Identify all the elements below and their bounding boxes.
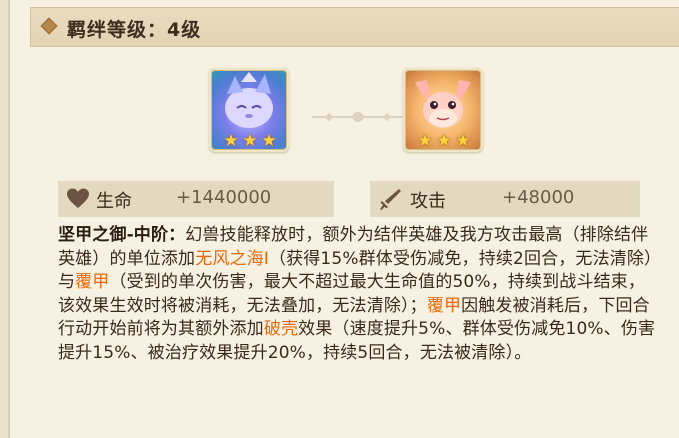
stat-attack-label: 攻击 [410,191,446,212]
buff-keyword-wind-sea: 无风之海Ⅰ [195,248,269,269]
bond-panel: 羁绊等级：4级 ★ ★ ★ ★ ★ ★ 生命 +1440000 攻击 +4800… [8,0,679,438]
stat-hp-label: 生命 [96,191,132,212]
star-icon: ★ [417,130,433,151]
skill-name: 坚甲之御-中阶： [58,225,186,245]
diamond-icon [40,17,58,35]
stat-attack: 攻击 +48000 [370,181,640,217]
hero-card-blue-beast[interactable]: ★ ★ ★ [209,68,289,152]
star-rating: ★ ★ ★ [222,132,278,150]
bond-level-title: 羁绊等级：4级 [67,19,202,41]
bond-level-header: 羁绊等级：4级 [30,7,679,47]
star-icon: ★ [223,130,239,151]
buff-keyword-shell-break: 破壳 [263,319,299,340]
heart-icon [67,188,89,208]
link-connector-icon [312,112,404,122]
stat-hp: 生命 +1440000 [58,181,334,217]
star-icon: ★ [242,130,258,151]
stat-hp-value: +1440000 [176,187,272,208]
star-icon: ★ [436,130,452,151]
hero-card-pink-beast[interactable]: ★ ★ ★ [403,68,483,152]
star-icon: ★ [261,130,277,151]
stat-attack-value: +48000 [502,187,575,208]
star-icon: ★ [455,130,471,151]
buff-keyword-armor: 覆甲 [426,295,462,316]
skill-description: 坚甲之御-中阶：幻兽技能释放时，额外为结伴英雄及我方攻击最高（排除结伴英雄）的单… [58,224,658,366]
buff-keyword-armor: 覆甲 [75,272,110,293]
sword-icon [380,189,401,210]
star-rating: ★ ★ ★ [416,132,472,150]
